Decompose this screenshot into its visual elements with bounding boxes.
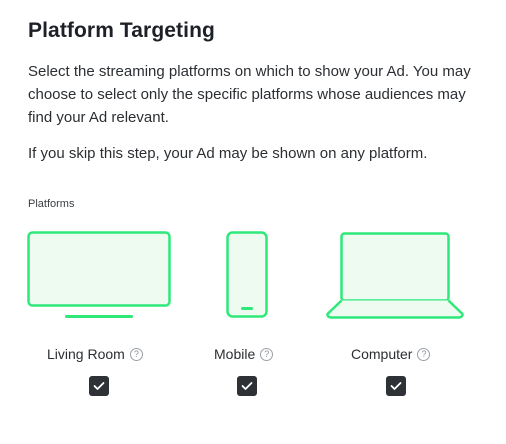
platforms-section-label: Platforms [28, 198, 75, 210]
platform-label: Computer [351, 346, 413, 362]
platform-mobile-label: Mobile ? [214, 346, 274, 362]
checkmark-icon [241, 382, 253, 390]
tv-icon[interactable] [27, 231, 171, 321]
description-text: Select the streaming platforms on which … [28, 63, 471, 126]
platform-computer-label: Computer ? [351, 346, 431, 362]
laptop-icon[interactable] [325, 231, 465, 321]
checkmark-icon [390, 382, 402, 390]
living-room-checkbox[interactable] [89, 376, 109, 396]
computer-checkbox[interactable] [386, 376, 406, 396]
phone-icon[interactable] [226, 231, 268, 319]
help-icon[interactable]: ? [260, 347, 274, 361]
platform-label: Living Room [47, 346, 125, 362]
platform-label: Mobile [214, 346, 256, 362]
help-icon[interactable]: ? [417, 347, 431, 361]
skip-note-text: If you skip this step, your Ad may be sh… [28, 145, 428, 162]
checkmark-icon [93, 382, 105, 390]
platform-living-room-label: Living Room ? [47, 346, 143, 362]
help-icon[interactable]: ? [129, 347, 143, 361]
page-title: Platform Targeting [28, 19, 215, 42]
mobile-checkbox[interactable] [237, 376, 257, 396]
